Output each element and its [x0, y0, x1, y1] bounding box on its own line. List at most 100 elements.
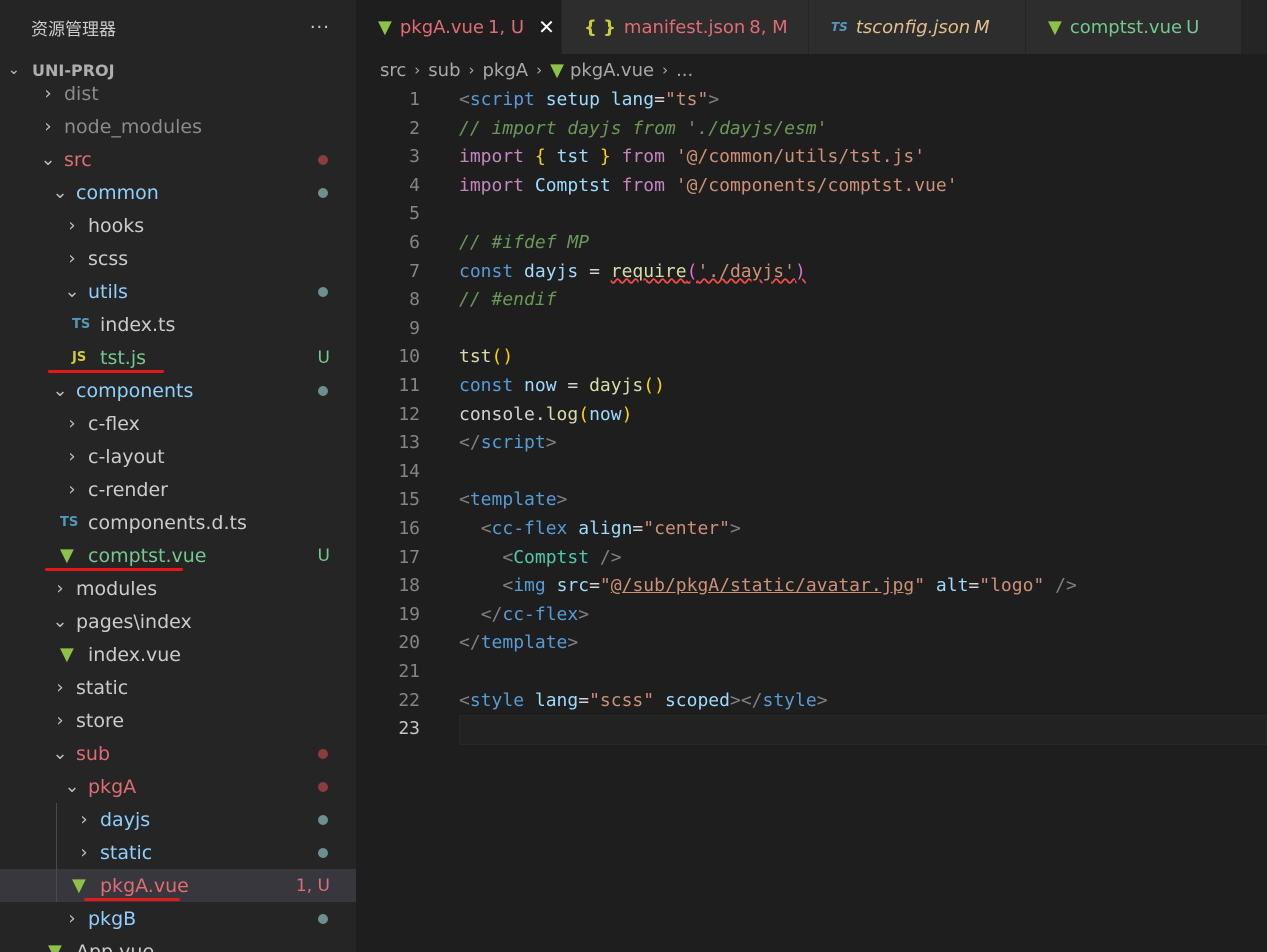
tab-status: 8, M: [749, 16, 788, 38]
tree-item[interactable]: ⌄ utils: [0, 275, 356, 308]
chevron-right-icon[interactable]: ›: [64, 248, 80, 269]
code-line[interactable]: 9: [356, 315, 1267, 344]
code-line[interactable]: 4 import Comptst from '@/components/compt…: [356, 172, 1267, 201]
breadcrumb-item[interactable]: ...: [676, 60, 693, 81]
tree-item[interactable]: ⌄ src: [0, 143, 356, 176]
current-line-highlight: [459, 715, 1267, 746]
code-line[interactable]: 13 </script>: [356, 429, 1267, 458]
code-text: import { tst } from '@/common/utils/tst.…: [459, 146, 926, 168]
tree-item[interactable]: › dayjs: [0, 803, 356, 836]
code-line[interactable]: 3 import { tst } from '@/common/utils/tst…: [356, 143, 1267, 172]
code-line[interactable]: 18 <img src="@/sub/pkgA/static/avatar.jp…: [356, 572, 1267, 601]
chevron-right-icon[interactable]: ›: [64, 446, 80, 467]
code-line[interactable]: 1 <script setup lang="ts">: [356, 86, 1267, 115]
chevron-down-icon[interactable]: ⌄: [40, 149, 56, 170]
chevron-down-icon[interactable]: ⌄: [52, 611, 68, 632]
breadcrumb-item[interactable]: pkgA: [483, 60, 529, 81]
code-text: <script setup lang="ts">: [459, 89, 720, 110]
chevron-right-icon[interactable]: ›: [76, 842, 92, 863]
tree-item[interactable]: › c-flex: [0, 407, 356, 440]
tree-item[interactable]: ▼ App.vue: [0, 935, 356, 952]
chevron-right-icon[interactable]: ›: [52, 677, 68, 698]
indent-guide: [56, 803, 57, 902]
code-line[interactable]: 12 console.log(now): [356, 401, 1267, 430]
line-number: 22: [398, 689, 420, 711]
chevron-right-icon[interactable]: ›: [52, 578, 68, 599]
tree-item[interactable]: › modules: [0, 572, 356, 605]
tree-item[interactable]: ⌄ components: [0, 374, 356, 407]
tree-item-label: static: [100, 841, 153, 864]
chevron-down-icon[interactable]: ⌄: [64, 776, 80, 797]
tree-item[interactable]: › store: [0, 704, 356, 737]
chevron-down-icon[interactable]: ⌄: [52, 380, 68, 401]
tree-item-label: c-render: [88, 478, 168, 501]
code-line[interactable]: 7 const dayjs = require('./dayjs'): [356, 258, 1267, 287]
tree-item[interactable]: ⌄ pkgA: [0, 770, 356, 803]
line-number: 13: [398, 432, 420, 454]
modified-dot-icon: [318, 814, 328, 825]
chevron-right-icon[interactable]: ›: [64, 413, 80, 434]
chevron-right-icon[interactable]: ›: [40, 116, 56, 137]
chevron-down-icon[interactable]: ⌄: [64, 281, 80, 302]
code-line[interactable]: 23: [356, 715, 1267, 746]
close-icon[interactable]: ✕: [538, 15, 555, 39]
modified-dot-icon: [318, 913, 328, 924]
code-text: </script>: [459, 432, 557, 454]
breadcrumb-item[interactable]: pkgA.vue: [570, 60, 654, 81]
tree-item[interactable]: ▼ index.vue: [0, 638, 356, 671]
line-number: 6: [409, 232, 420, 253]
code-line[interactable]: 21: [356, 658, 1267, 687]
code-line[interactable]: 14: [356, 458, 1267, 487]
tree-item[interactable]: › pkgB: [0, 902, 356, 935]
code-line[interactable]: 20 </template>: [356, 629, 1267, 658]
chevron-right-icon[interactable]: ›: [52, 710, 68, 731]
explorer-sidebar: 资源管理器 ··· ⌄ UNI-PROJ › dist › node_modules ⌄…: [0, 0, 356, 952]
tree-item-label: index.ts: [100, 313, 176, 336]
tree-item[interactable]: › scss: [0, 242, 356, 275]
breadcrumb-item[interactable]: src: [380, 60, 406, 81]
code-line[interactable]: 6 // #ifdef MP: [356, 229, 1267, 258]
breadcrumb-item[interactable]: sub: [428, 60, 460, 81]
editor-tab[interactable]: TS tsconfig.json M: [809, 0, 1026, 54]
code-line[interactable]: 22 <style lang="scss" scoped></style>: [356, 687, 1267, 716]
chevron-down-icon[interactable]: ⌄: [52, 743, 68, 764]
chevron-right-icon[interactable]: ›: [76, 809, 92, 830]
code-line[interactable]: 17 <Comptst />: [356, 544, 1267, 573]
tree-item[interactable]: › c-layout: [0, 440, 356, 473]
json-file-icon: { }: [584, 16, 616, 38]
tree-item[interactable]: TS components.d.ts: [0, 506, 356, 539]
chevron-down-icon: ⌄: [8, 62, 20, 78]
tree-item[interactable]: ⌄ sub: [0, 737, 356, 770]
tree-item[interactable]: › static: [0, 836, 356, 869]
line-number: 16: [398, 518, 420, 539]
tree-item[interactable]: ⌄ common: [0, 176, 356, 209]
git-status-badge: U: [317, 545, 330, 566]
chevron-right-icon[interactable]: ›: [64, 215, 80, 236]
code-line[interactable]: 11 const now = dayjs(): [356, 372, 1267, 401]
code-line[interactable]: 10 tst(): [356, 343, 1267, 372]
tree-item[interactable]: › node_modules: [0, 110, 356, 143]
editor-tab[interactable]: ▼ comptst.vue U: [1026, 0, 1242, 54]
chevron-right-icon[interactable]: ›: [40, 83, 56, 104]
tree-item[interactable]: › static: [0, 671, 356, 704]
chevron-down-icon[interactable]: ⌄: [52, 182, 68, 203]
code-line[interactable]: 16 <cc-flex align="center">: [356, 515, 1267, 544]
code-line[interactable]: 5: [356, 200, 1267, 229]
editor-tab[interactable]: ▼ pkgA.vue 1, U ✕: [356, 0, 562, 54]
tree-item[interactable]: ⌄ pages\index: [0, 605, 356, 638]
code-line[interactable]: 8 // #endif: [356, 286, 1267, 315]
editor-tab[interactable]: { } manifest.json 8, M: [562, 0, 809, 54]
code-text: const now = dayjs(): [459, 375, 665, 396]
tree-item[interactable]: TS index.ts: [0, 308, 356, 341]
git-status-badge: U: [317, 347, 330, 368]
more-actions-icon[interactable]: ···: [310, 17, 330, 38]
tree-item[interactable]: › c-render: [0, 473, 356, 506]
code-line[interactable]: 15 <template>: [356, 486, 1267, 515]
tab-label: manifest.json: [623, 16, 746, 38]
code-line[interactable]: 19 </cc-flex>: [356, 601, 1267, 630]
code-line[interactable]: 2 // import dayjs from './dayjs/esm': [356, 115, 1267, 144]
tree-item[interactable]: › hooks: [0, 209, 356, 242]
chevron-right-icon[interactable]: ›: [64, 908, 80, 929]
chevron-right-icon[interactable]: ›: [64, 479, 80, 500]
tree-item[interactable]: › dist: [0, 77, 356, 110]
